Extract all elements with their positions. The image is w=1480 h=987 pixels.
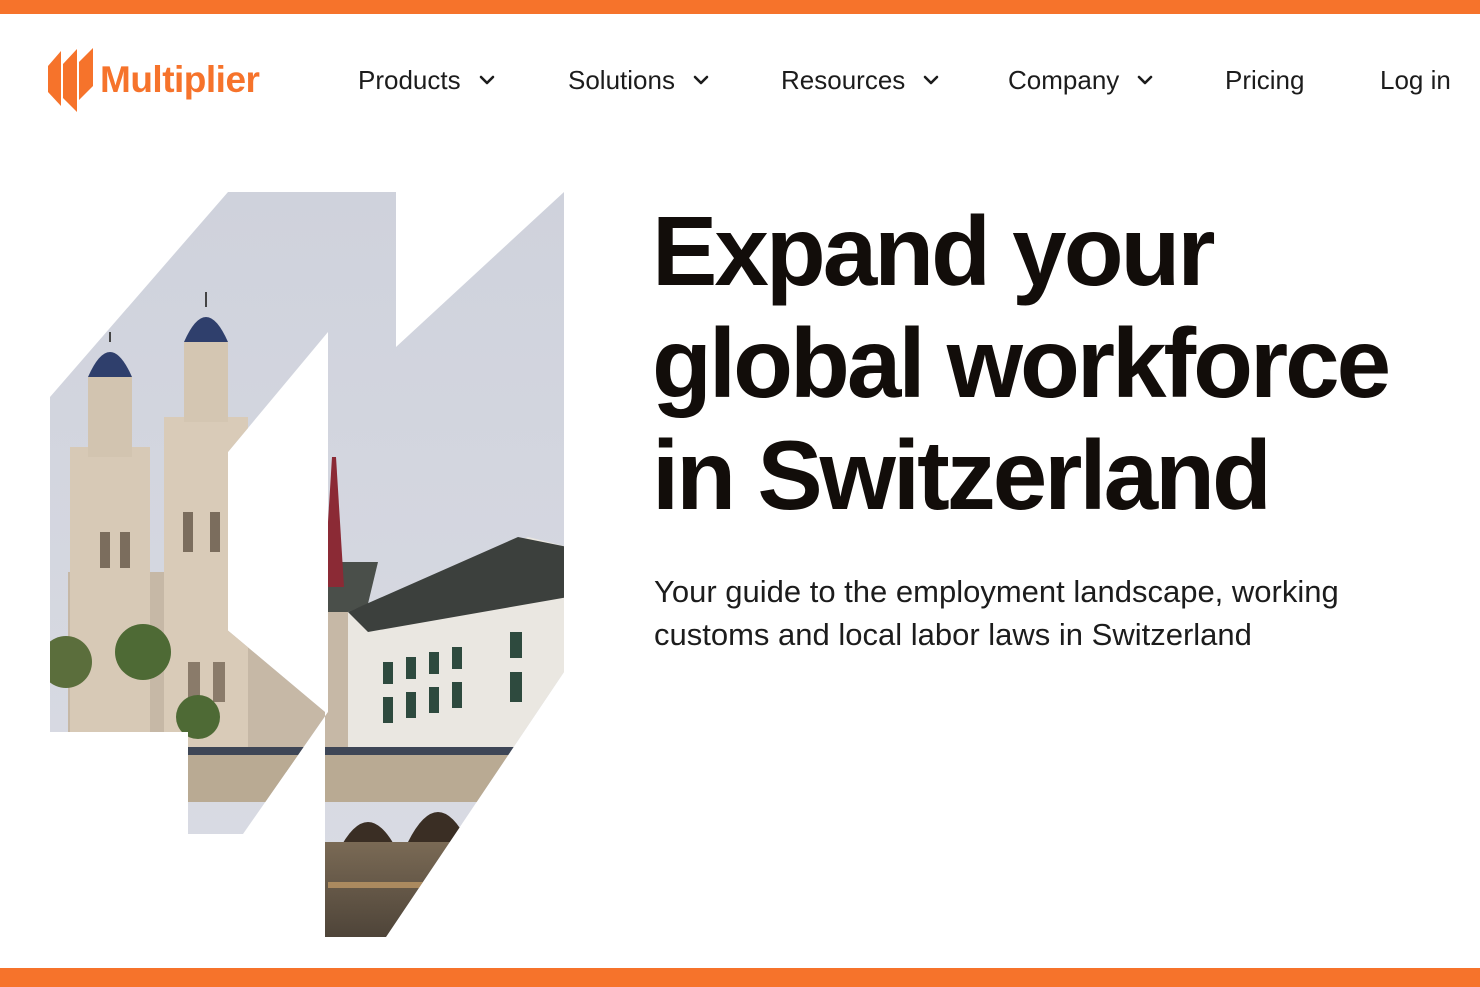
nav-company[interactable]: Company (1008, 58, 1153, 102)
top-accent-bar (0, 0, 1480, 14)
nav-solutions[interactable]: Solutions (568, 58, 709, 102)
headline-line-3: in Switzerland (652, 420, 1272, 530)
nav-resources-label: Resources (781, 64, 906, 95)
nav-pricing[interactable]: Pricing (1225, 58, 1304, 102)
chevron-down-icon (1137, 75, 1153, 85)
nav-company-label: Company (1008, 64, 1120, 95)
chevron-down-icon (479, 75, 494, 85)
main-nav: Products Solutions Resources Company Pri… (0, 58, 1480, 102)
nav-products-label: Products (358, 64, 461, 95)
headline-line-1: Expand your (652, 196, 1216, 306)
hero-subtitle: Your guide to the employment landscape, … (654, 570, 1454, 656)
nav-login-label: Log in (1380, 64, 1451, 95)
bottom-accent-bar (0, 968, 1480, 987)
nav-pricing-label: Pricing (1225, 64, 1305, 95)
hero-image (50, 192, 564, 937)
nav-login[interactable]: Log in (1380, 58, 1451, 102)
hero-headline: Expand your global workforce in Switzerl… (652, 195, 1472, 531)
page: Multiplier Products Solutions Resources … (0, 0, 1480, 987)
chevron-down-icon (693, 75, 709, 85)
nav-products[interactable]: Products (358, 58, 495, 102)
chevron-down-icon (923, 75, 939, 85)
nav-solutions-label: Solutions (568, 64, 675, 95)
subtitle-line-2: customs and local labor laws in Switzerl… (654, 617, 1252, 652)
nav-resources[interactable]: Resources (781, 58, 939, 102)
subtitle-line-1: Your guide to the employment landscape, … (654, 574, 1339, 609)
headline-line-2: global workforce (652, 308, 1391, 418)
